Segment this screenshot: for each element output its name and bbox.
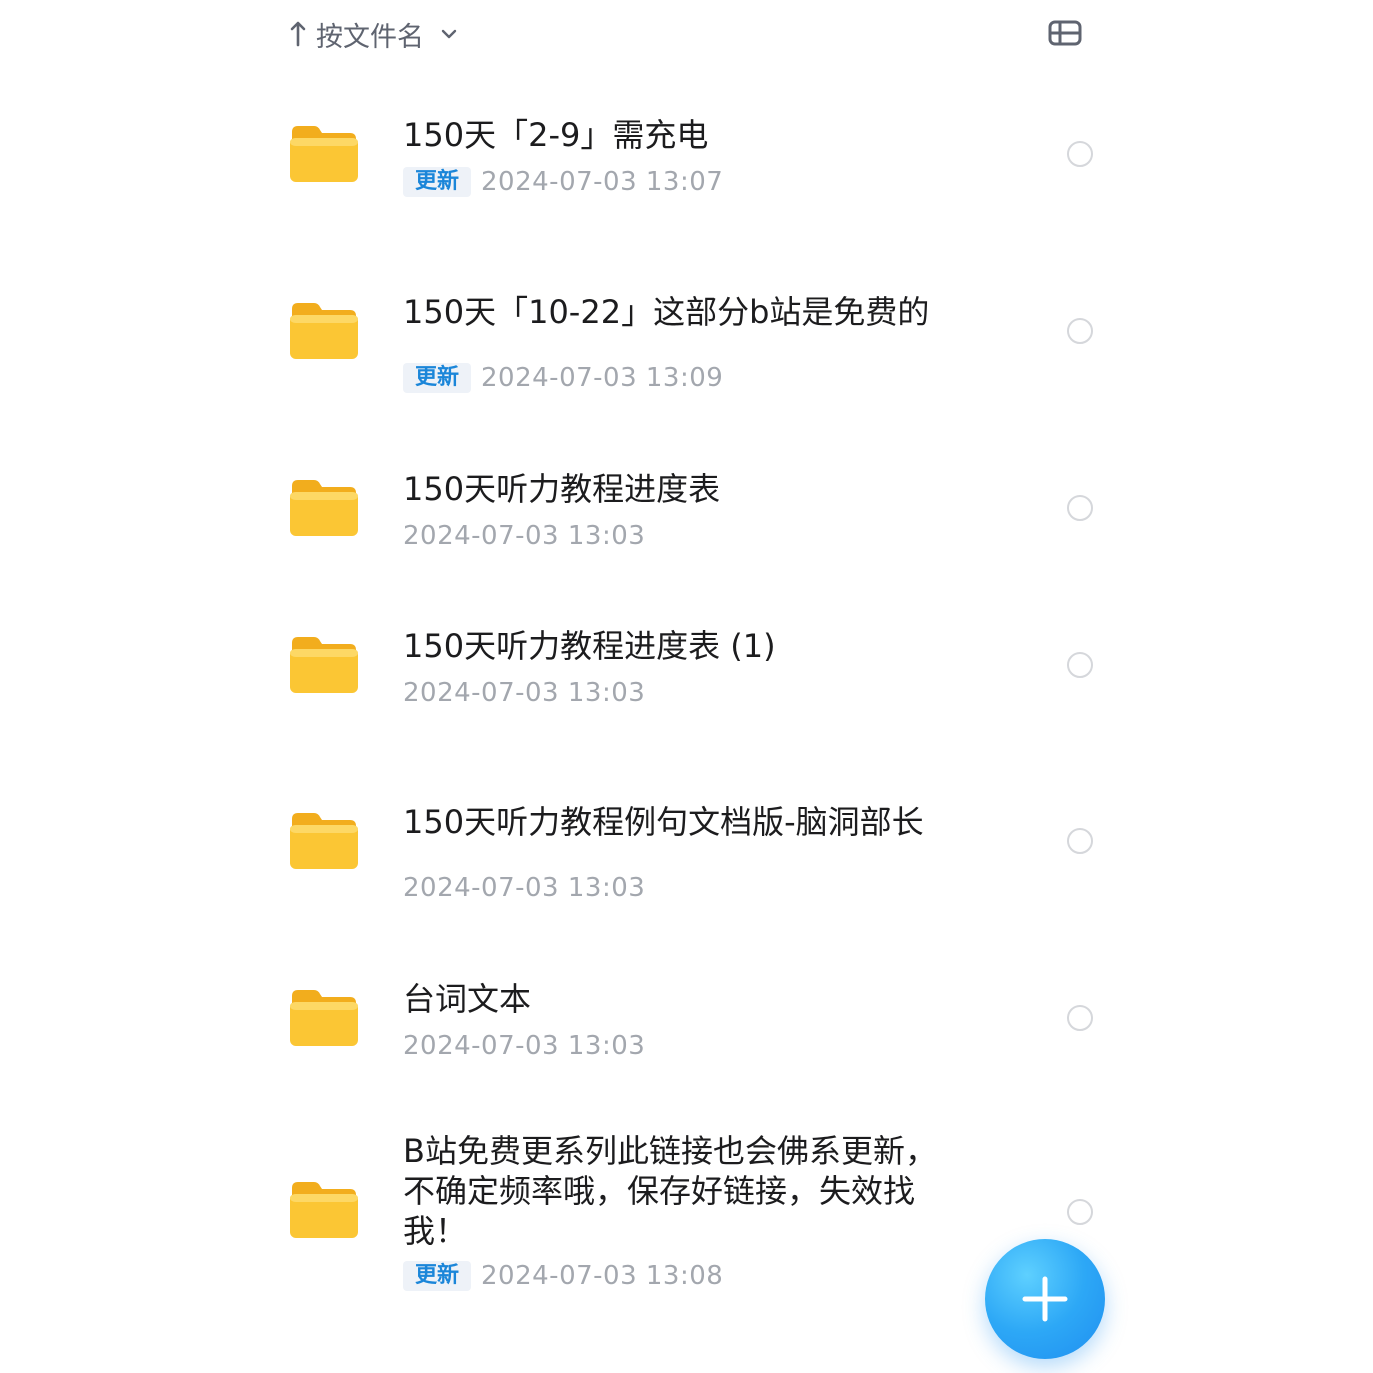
view-toggle-button[interactable] [1047, 18, 1083, 48]
file-row[interactable]: 150天听力教程进度表 (1) 2024-07-03 13:03 [280, 611, 1110, 731]
select-radio[interactable] [1067, 652, 1093, 678]
folder-icon [290, 813, 358, 869]
file-row[interactable]: 150天听力教程进度表 2024-07-03 13:03 [280, 454, 1110, 574]
folder-icon [290, 990, 358, 1046]
folder-icon [290, 637, 358, 693]
folder-icon [290, 126, 358, 182]
list-view-icon [1048, 20, 1082, 46]
plus-icon [1022, 1276, 1068, 1322]
file-row[interactable]: 台词文本 2024-07-03 13:03 [280, 964, 1110, 1084]
add-button[interactable] [985, 1239, 1105, 1359]
file-date: 2024-07-03 13:03 [403, 1031, 646, 1061]
file-date: 2024-07-03 13:08 [481, 1261, 724, 1291]
file-date: 2024-07-03 13:03 [403, 678, 646, 708]
file-row[interactable]: B站免费更系列此链接也会佛系更新，不确定频率哦，保存好链接，失效找我！ 更新 2… [280, 1120, 1110, 1310]
file-date: 2024-07-03 13:07 [481, 167, 724, 197]
select-radio[interactable] [1067, 1005, 1093, 1031]
file-date: 2024-07-03 13:03 [403, 521, 646, 551]
select-radio[interactable] [1067, 1199, 1093, 1225]
folder-icon [290, 1182, 358, 1238]
folder-icon [290, 480, 358, 536]
arrow-up-icon [290, 21, 306, 47]
file-row[interactable]: 150天「2-9」需充电 更新 2024-07-03 13:07 [280, 100, 1110, 240]
file-date: 2024-07-03 13:03 [403, 873, 646, 903]
sort-by-name-dropdown[interactable]: 按文件名 [290, 12, 458, 56]
select-radio[interactable] [1067, 141, 1093, 167]
file-name: 150天听力教程进度表 (1) [403, 627, 776, 665]
file-name: 台词文本 [403, 980, 532, 1018]
file-row[interactable]: 150天听力教程例句文档版-脑洞部长 2024-07-03 13:03 [280, 787, 1110, 927]
select-radio[interactable] [1067, 318, 1093, 344]
file-name: 150天听力教程例句文档版-脑洞部长 [403, 803, 924, 841]
updated-badge: 更新 [403, 167, 472, 197]
chevron-down-icon [441, 29, 457, 39]
file-date: 2024-07-03 13:09 [481, 363, 724, 393]
folder-icon [290, 303, 358, 359]
file-row[interactable]: 150天「10-22」这部分b站是免费的 更新 2024-07-03 13:09 [280, 277, 1110, 417]
file-name: 150天听力教程进度表 [403, 470, 721, 508]
updated-badge: 更新 [403, 363, 472, 393]
updated-badge: 更新 [403, 1261, 472, 1291]
file-name: 150天「10-22」这部分b站是免费的 [403, 293, 930, 331]
file-name: 150天「2-9」需充电 [403, 116, 709, 154]
file-name: B站免费更系列此链接也会佛系更新，不确定频率哦，保存好链接，失效找我！ [403, 1132, 937, 1250]
select-radio[interactable] [1067, 828, 1093, 854]
sort-label: 按文件名 [316, 21, 424, 53]
select-radio[interactable] [1067, 495, 1093, 521]
